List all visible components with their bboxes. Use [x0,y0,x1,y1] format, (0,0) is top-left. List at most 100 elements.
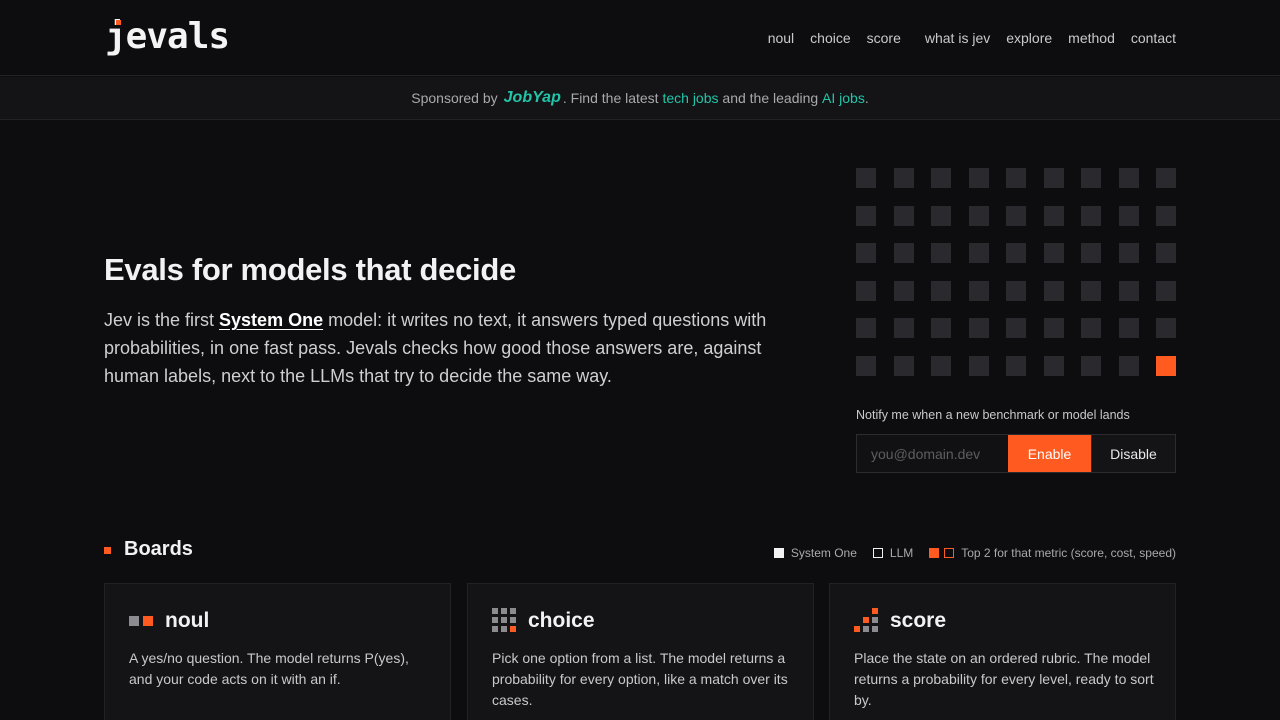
logo-accent-dot [116,20,121,25]
legend-system-one: System One [773,546,857,560]
grid-cell [1043,205,1064,226]
board-card-choice[interactable]: choice Pick one option from a list. The … [467,583,814,720]
hero-title: Evals for models that decide [104,252,516,287]
grid-cell [1043,168,1064,188]
grid-cell [1006,243,1026,263]
grid-cell [893,280,914,301]
grid-cell [893,168,914,188]
sponsor-text-2: and the leading [718,90,823,106]
logo[interactable]: jevals [105,16,230,57]
legend-top2: Top 2 for that metric (score, cost, spee… [929,546,1176,560]
nav-explore[interactable]: explore [1006,30,1052,46]
card-title: score [890,609,947,632]
legend-llm: LLM [872,546,914,560]
main-nav: noul choice score what is jev explore me… [752,30,1176,46]
nav-what-is-jev[interactable]: what is jev [925,30,990,46]
grid-cell [968,355,989,376]
sponsor-prefix: Sponsored by [411,90,498,106]
grid-cell [893,355,914,376]
grid-cell [931,205,951,226]
nav-contact[interactable]: contact [1131,30,1176,46]
email-input[interactable] [857,435,1008,472]
sponsor-text-1: . Find the latest [562,90,663,106]
sponsor-brand-link[interactable]: JobYap [504,89,561,107]
grid-cell [1118,280,1139,301]
ai-jobs-link[interactable]: AI jobs [822,90,865,106]
hero-description: Jev is the first System One model: it wr… [104,306,804,390]
board-card-score[interactable]: score Place the state on an ordered rubr… [829,583,1176,720]
boards-title: Boards [124,538,193,560]
legend-top2-label: Top 2 for that metric (score, cost, spee… [961,546,1176,560]
grid-cell [931,243,951,263]
grid-cell [931,168,951,188]
grid-cell [1156,168,1176,188]
tech-jobs-link[interactable]: tech jobs [662,90,718,106]
system-one-swatch-icon [773,548,784,558]
legend-system-one-label: System One [790,546,857,560]
grid-cell [1081,355,1101,376]
decorative-grid [856,168,1176,376]
top2-swatch-outline-icon [944,548,955,558]
grid-cell [1156,205,1176,226]
boards-legend: System One LLM Top 2 for that metric (sc… [758,546,1176,560]
grid-cell [856,355,876,376]
grid-cell [856,168,876,188]
nav-noul[interactable]: noul [768,30,794,46]
card-description: Pick one option from a list. The model r… [492,650,788,708]
nav-score[interactable]: score [867,30,901,46]
grid-cell [968,205,989,226]
grid-cell [1118,243,1139,263]
grid-cell [1006,280,1026,301]
grid-cell [856,318,876,338]
grid-cell [931,355,951,376]
grid-cell [1006,318,1026,338]
grid-cell [1006,355,1026,376]
site-header: jevals noul choice score what is jev exp… [0,0,1280,76]
grid-cell [893,205,914,226]
score-board-icon [854,608,878,632]
grid-cell [931,280,951,301]
grid-cell [968,280,989,301]
grid-cell [1118,318,1139,338]
llm-swatch-icon [872,548,883,558]
notify-form: Enable Disable [856,434,1176,473]
grid-cell-active [1156,355,1176,376]
grid-cell [1006,168,1026,188]
grid-cell [1156,280,1176,301]
grid-cell [1081,205,1101,226]
grid-cell [1156,243,1176,263]
grid-cell [1081,243,1101,263]
grid-cell [968,318,989,338]
sponsor-text-3: . [864,90,869,106]
boards-marker-icon [104,547,111,554]
card-title: choice [528,609,595,632]
grid-cell [968,243,989,263]
grid-cell [931,318,951,338]
grid-cell [893,243,914,263]
top2-swatch-filled-icon [929,548,940,558]
grid-cell [1118,168,1139,188]
grid-cell [1006,205,1026,226]
hero-text-before: Jev is the first [104,310,220,330]
board-card-noul[interactable]: noul A yes/no question. The model return… [104,583,451,720]
nav-method[interactable]: method [1068,30,1115,46]
legend-llm-label: LLM [889,546,914,560]
grid-cell [1081,280,1101,301]
nav-choice[interactable]: choice [810,30,850,46]
sponsor-bar: Sponsored by JobYap . Find the latest te… [0,77,1280,120]
card-title: noul [165,609,210,632]
grid-cell [893,318,914,338]
grid-cell [856,205,876,226]
system-one-link[interactable]: System One [219,310,323,330]
grid-cell [1118,355,1139,376]
grid-cell [1156,318,1176,338]
disable-button[interactable]: Disable [1091,435,1175,472]
grid-cell [1043,355,1064,376]
card-description: A yes/no question. The model returns P(y… [129,650,409,687]
grid-cell [1043,243,1064,263]
grid-cell [1043,318,1064,338]
enable-button[interactable]: Enable [1008,435,1091,472]
grid-cell [1081,318,1101,338]
noul-board-icon [129,616,153,626]
grid-cell [856,280,876,301]
